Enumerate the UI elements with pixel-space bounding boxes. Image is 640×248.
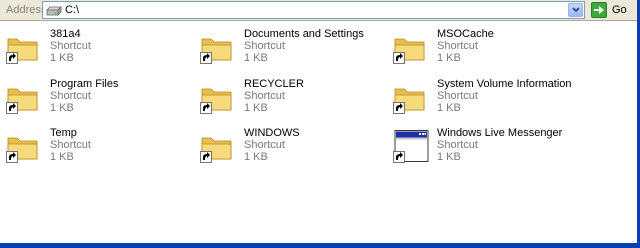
item-size: 1 KB <box>244 52 268 64</box>
folder-shortcut-icon <box>393 31 427 65</box>
folder-shortcut-icon <box>200 130 234 164</box>
item-size: 1 KB <box>437 52 461 64</box>
file-item-recycler[interactable]: RECYCLER Shortcut 1 KB <box>194 78 379 124</box>
item-type: Shortcut <box>244 40 285 52</box>
item-type: Shortcut <box>244 90 285 102</box>
file-item-temp[interactable]: Temp Shortcut 1 KB <box>0 127 185 173</box>
address-bar: Address C:\ Go <box>0 0 637 21</box>
item-size: 1 KB <box>50 151 74 163</box>
item-type: Shortcut <box>50 139 91 151</box>
item-name: Documents and Settings <box>244 28 364 40</box>
item-size: 1 KB <box>437 151 461 163</box>
item-name: RECYCLER <box>244 78 304 90</box>
folder-shortcut-icon <box>393 81 427 115</box>
chevron-down-icon <box>572 7 580 13</box>
item-name: 381a4 <box>50 28 81 40</box>
drive-icon <box>46 5 62 19</box>
file-item-system-volume-information[interactable]: System Volume Information Shortcut 1 KB <box>387 78 572 124</box>
go-button[interactable]: Go <box>591 1 633 19</box>
file-item-program-files[interactable]: Program Files Shortcut 1 KB <box>0 78 185 124</box>
item-type: Shortcut <box>437 40 478 52</box>
folder-shortcut-icon <box>200 81 234 115</box>
item-name: Temp <box>50 127 77 139</box>
item-size: 1 KB <box>244 102 268 114</box>
go-arrow-icon <box>591 2 607 18</box>
item-size: 1 KB <box>244 151 268 163</box>
item-size: 1 KB <box>50 102 74 114</box>
file-item-windows[interactable]: WINDOWS Shortcut 1 KB <box>194 127 379 173</box>
item-name: Windows Live Messenger <box>437 127 563 139</box>
application-shortcut-icon <box>393 130 429 164</box>
item-type: Shortcut <box>50 40 91 52</box>
item-type: Shortcut <box>244 139 285 151</box>
address-label: Address <box>6 4 47 16</box>
address-dropdown-button[interactable] <box>568 3 583 17</box>
address-value: C:\ <box>65 4 80 16</box>
file-item-windows-live-messenger[interactable]: Windows Live Messenger Shortcut 1 KB <box>387 127 572 173</box>
item-name: WINDOWS <box>244 127 300 139</box>
address-input[interactable]: C:\ <box>42 1 585 19</box>
folder-shortcut-icon <box>200 31 234 65</box>
item-name: Program Files <box>50 78 119 90</box>
item-name: System Volume Information <box>437 78 572 90</box>
folder-shortcut-icon <box>6 31 40 65</box>
item-size: 1 KB <box>50 52 74 64</box>
folder-shortcut-icon <box>6 81 40 115</box>
item-size: 1 KB <box>437 102 461 114</box>
item-type: Shortcut <box>437 90 478 102</box>
file-item-msocache[interactable]: MSOCache Shortcut 1 KB <box>387 28 572 74</box>
item-name: MSOCache <box>437 28 494 40</box>
item-type: Shortcut <box>50 90 91 102</box>
file-item-381a4[interactable]: 381a4 Shortcut 1 KB <box>0 28 185 74</box>
go-label: Go <box>612 4 627 16</box>
folder-shortcut-icon <box>6 130 40 164</box>
explorer-window: Address C:\ Go 381a4 Shortcut 1 KB Docum… <box>0 0 640 248</box>
file-item-documents-and-settings[interactable]: Documents and Settings Shortcut 1 KB <box>194 28 379 74</box>
item-type: Shortcut <box>437 139 478 151</box>
